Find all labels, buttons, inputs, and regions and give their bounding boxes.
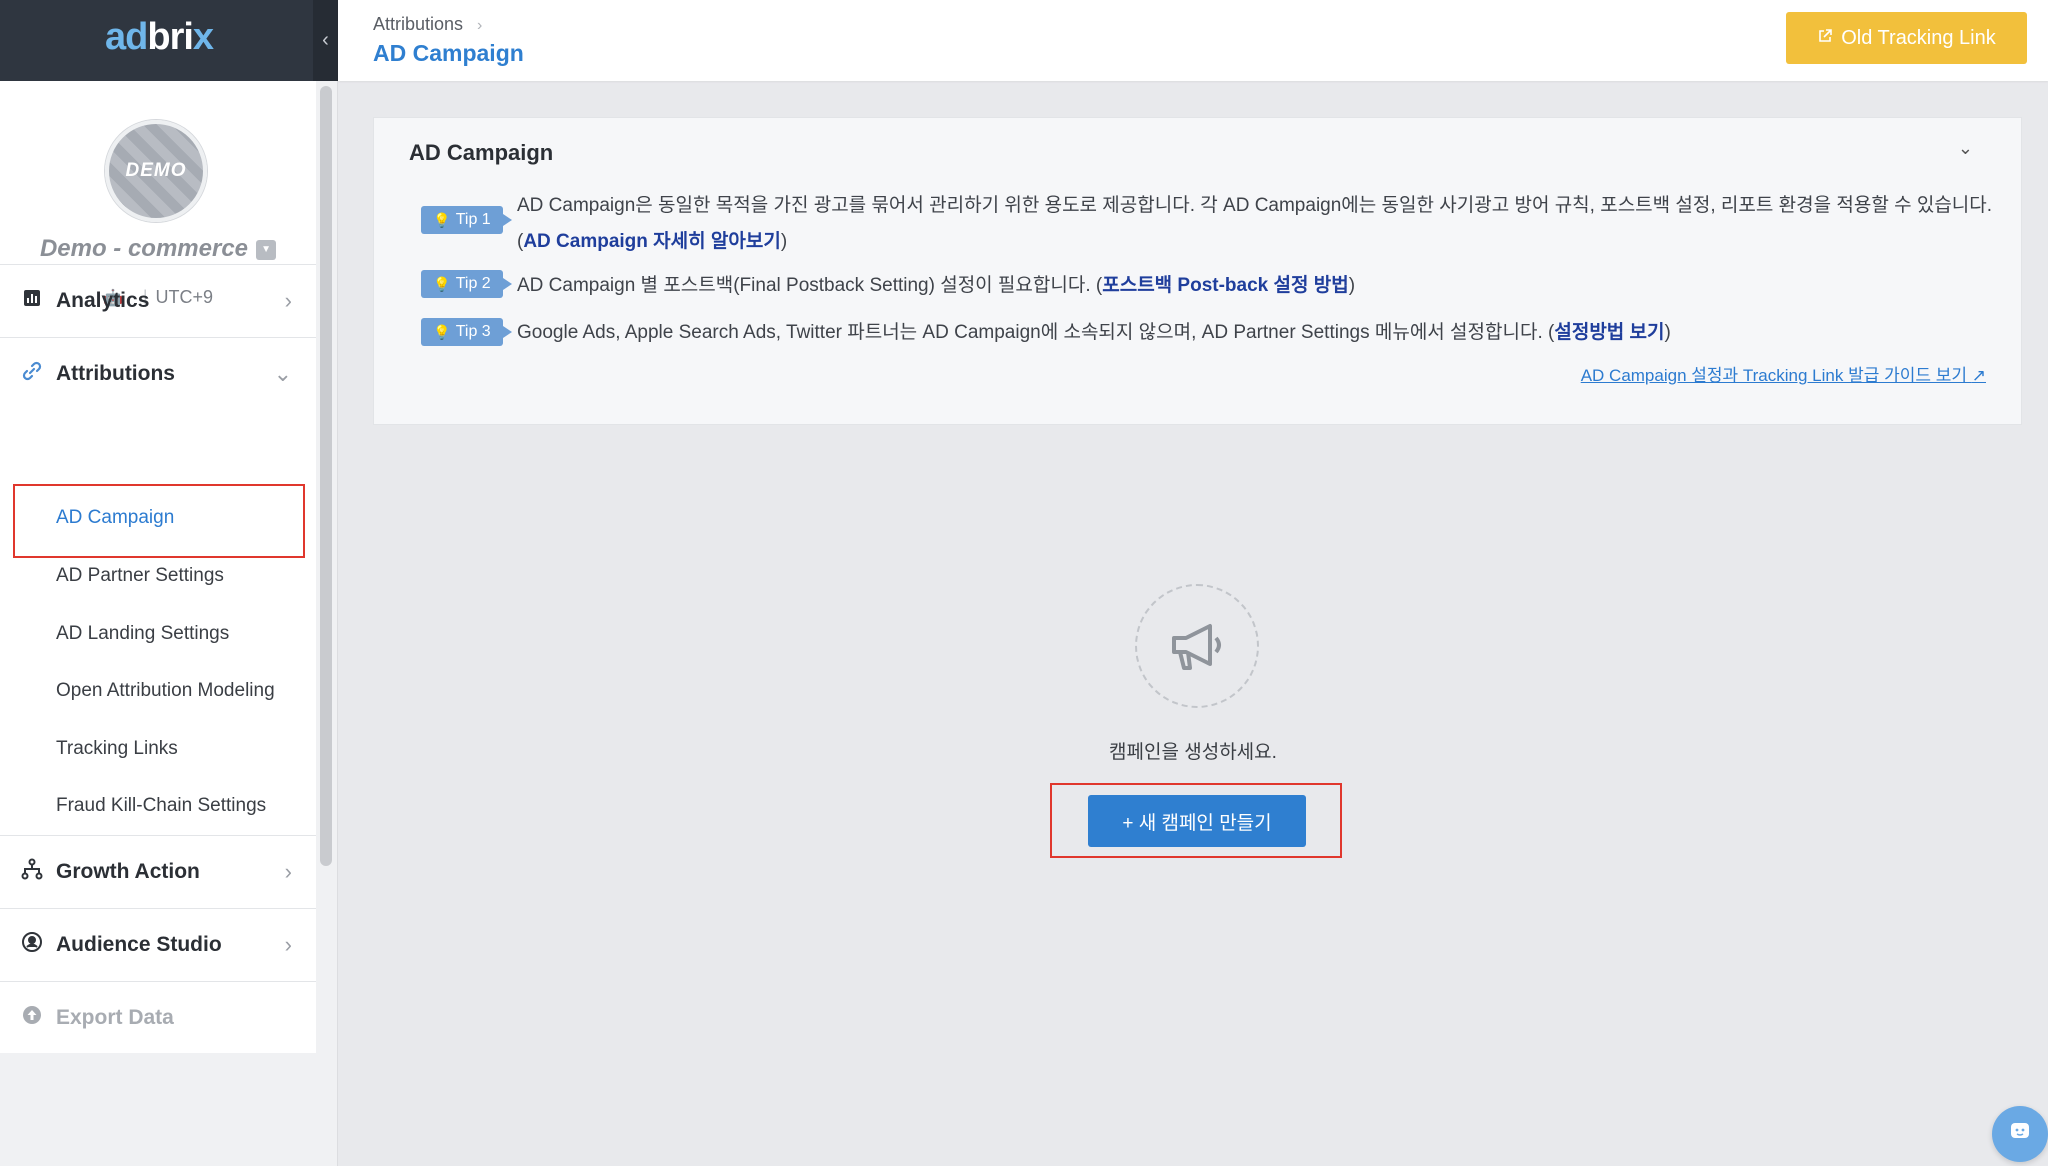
nav-export-data[interactable]: Export Data xyxy=(0,982,316,1054)
app-selector[interactable]: Demo - commerce ▼ xyxy=(0,235,316,263)
chevron-right-icon: › xyxy=(284,932,292,957)
logo-bar: adbrix xyxy=(0,0,338,81)
nav-audience-studio-label: Audience Studio xyxy=(56,933,222,956)
empty-message: 캠페인을 생성하세요. xyxy=(1109,742,1277,763)
chevron-down-icon[interactable]: ⌄ xyxy=(1958,138,1973,159)
nav-growth-action-label: Growth Action xyxy=(56,860,200,883)
tip-text: AD Campaign 별 포스트백(Final Postback Settin… xyxy=(517,275,1356,296)
chevron-left-icon: ‹ xyxy=(322,29,329,51)
chevron-right-icon: › xyxy=(477,17,483,34)
breadcrumb-attributions[interactable]: Attributions xyxy=(373,14,463,34)
highlight-outline xyxy=(13,484,305,558)
external-link-icon: ↗ xyxy=(1971,366,1986,385)
external-link-icon xyxy=(1817,28,1833,49)
tip-link[interactable]: 설정방법 보기 xyxy=(1554,322,1664,343)
sidebar: adbrix ‹ DEMO Demo - commerce ▼ 🤖 | UTC+9 A… xyxy=(0,0,338,1166)
bar-chart-icon xyxy=(20,289,44,313)
nav-attributions[interactable]: Attributions ⌄ xyxy=(0,338,316,410)
avatar-label: DEMO xyxy=(125,160,187,181)
chevron-down-icon: ⌄ xyxy=(273,361,292,386)
nav-analytics-label: Analytics xyxy=(56,289,150,312)
old-tracking-link-label: Old Tracking Link xyxy=(1841,26,1996,49)
lightbulb-icon: 💡 xyxy=(433,275,451,292)
nav-audience-studio[interactable]: Audience Studio › xyxy=(0,909,316,981)
nav-growth-action[interactable]: Growth Action › xyxy=(0,836,316,908)
sub-item-ad-partner-settings[interactable]: AD Partner Settings xyxy=(56,556,306,596)
nav-export-data-label: Export Data xyxy=(56,1006,174,1029)
tip-text: Google Ads, Apple Search Ads, Twitter 파트… xyxy=(517,322,1671,343)
tip-badge: 💡 Tip 2 xyxy=(421,270,512,298)
tip-text: AD Campaign은 동일한 목적을 가진 광고를 묶어서 관리하기 위한 … xyxy=(517,195,1993,252)
flow-icon xyxy=(20,858,44,886)
sidebar-collapse-button[interactable]: ‹ xyxy=(313,0,338,81)
megaphone-icon xyxy=(1135,584,1259,708)
upload-icon xyxy=(20,1005,44,1031)
sub-item-fraud-kill-chain-settings[interactable]: Fraud Kill-Chain Settings xyxy=(56,786,306,826)
chevron-right-icon: › xyxy=(284,859,292,884)
link-icon xyxy=(20,360,44,388)
avatar: DEMO xyxy=(105,120,207,222)
app-dropdown-icon[interactable]: ▼ xyxy=(256,239,277,260)
guide-link[interactable]: AD Campaign 설정과 Tracking Link 발급 가이드 보기 … xyxy=(1581,361,1986,386)
old-tracking-link-button[interactable]: Old Tracking Link xyxy=(1786,12,2027,64)
sub-item-tracking-links[interactable]: Tracking Links xyxy=(56,729,306,769)
app-name: Demo - commerce xyxy=(39,235,249,262)
nav-attributions-label: Attributions xyxy=(56,362,175,385)
create-campaign-button[interactable]: + 새 캠페인 만들기 xyxy=(1088,795,1306,847)
sidebar-scrollbar[interactable] xyxy=(320,86,332,866)
tip-link[interactable]: 포스트백 Post-back 설정 방법 xyxy=(1102,275,1348,296)
sub-item-open-attribution-modeling[interactable]: Open Attribution Modeling xyxy=(56,671,306,711)
lightbulb-icon: 💡 xyxy=(433,323,451,340)
chat-icon xyxy=(2008,1120,2032,1149)
sidebar-panel: DEMO Demo - commerce ▼ 🤖 | UTC+9 Analytics … xyxy=(0,81,316,1053)
page-header: Attributions › AD Campaign Old Tracking L… xyxy=(338,0,2048,81)
page-title: AD Campaign xyxy=(373,40,524,66)
breadcrumb: Attributions › xyxy=(373,14,482,35)
audience-icon xyxy=(20,931,44,959)
chevron-right-icon: › xyxy=(284,288,292,313)
tip-link[interactable]: AD Campaign 자세히 알아보기 xyxy=(523,231,781,252)
card-title: AD Campaign xyxy=(409,140,554,165)
adbrix-logo[interactable]: adbrix xyxy=(105,16,214,59)
tip-badge: 💡 Tip 1 xyxy=(421,206,512,234)
nav-analytics[interactable]: Analytics › xyxy=(0,265,316,337)
sub-item-ad-landing-settings[interactable]: AD Landing Settings xyxy=(56,614,306,654)
tip-badge: 💡 Tip 3 xyxy=(421,318,512,346)
info-card: AD Campaign ⌄ 💡 Tip 1 AD Campaign은 동일한 목적… xyxy=(373,117,2022,425)
chat-support-button[interactable] xyxy=(1992,1106,2048,1162)
lightbulb-icon: 💡 xyxy=(433,211,451,228)
